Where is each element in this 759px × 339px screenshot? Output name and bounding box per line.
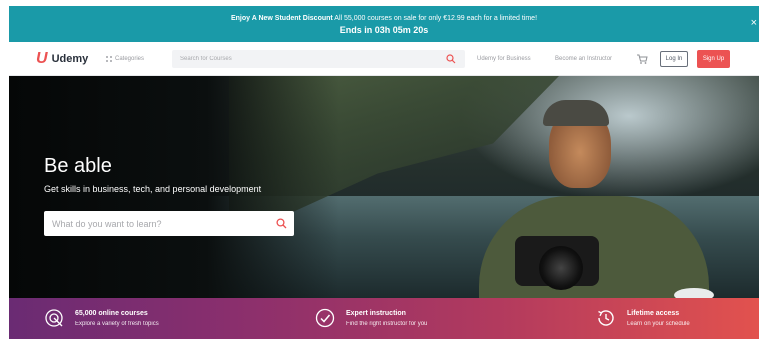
feature-item-courses: 65,000 online courses Explore a variety …	[43, 298, 243, 339]
categories-label: Categories	[115, 56, 145, 62]
target-icon	[45, 309, 63, 327]
feature-title: 65,000 online courses	[75, 310, 148, 317]
header-search-input[interactable]	[180, 54, 430, 64]
person-cap	[543, 100, 609, 126]
close-icon[interactable]: ×	[751, 17, 757, 29]
check-circle-icon	[315, 308, 335, 328]
promo-headline: Enjoy A New Student Discount All 55,000 …	[9, 14, 759, 23]
hero-section: Be able Get skills in business, tech, an…	[9, 76, 759, 298]
promo-countdown: Ends in 03h 05m 20s	[339, 25, 429, 35]
logo-mark: U	[36, 50, 48, 67]
udemy-logo[interactable]: U Udemy	[36, 51, 88, 67]
top-nav: U Udemy Categories Udemy for Business Be…	[9, 42, 759, 76]
logo-text: Udemy	[51, 53, 89, 65]
login-button[interactable]: Log In	[660, 51, 688, 67]
feature-title: Expert instruction	[346, 310, 406, 317]
feature-item-lifetime: Lifetime access Learn on your schedule	[595, 298, 755, 339]
hero-title: Be able	[44, 155, 112, 177]
grid-icon	[106, 56, 112, 62]
header-search	[172, 50, 465, 68]
feature-desc: Learn on your schedule	[627, 321, 690, 327]
promo-headline-bold: Enjoy A New Student Discount	[230, 15, 333, 22]
search-icon[interactable]	[275, 217, 288, 230]
cart-icon[interactable]	[636, 53, 648, 65]
promo-headline-rest: All 55,000 courses on sale for only €12.…	[334, 15, 538, 22]
feature-title: Lifetime access	[627, 310, 680, 317]
cup-image	[674, 288, 714, 298]
camera-lens	[539, 246, 583, 290]
promo-banner: Enjoy A New Student Discount All 55,000 …	[9, 6, 759, 42]
hero-search	[44, 211, 294, 236]
feature-item-instruction: Expert instruction Find the right instru…	[314, 298, 514, 339]
history-icon	[598, 310, 614, 326]
search-icon[interactable]	[445, 53, 457, 65]
become-instructor-link[interactable]: Become an Instructor	[555, 54, 612, 64]
features-bar: 65,000 online courses Explore a variety …	[9, 298, 759, 339]
udemy-for-business-link[interactable]: Udemy for Business	[477, 54, 531, 64]
signup-button[interactable]: Sign Up	[697, 50, 730, 68]
feature-desc: Find the right instructor for you	[346, 321, 428, 327]
categories-menu[interactable]: Categories	[106, 54, 144, 64]
feature-desc: Explore a variety of fresh topics	[75, 321, 159, 327]
hero-subtitle: Get skills in business, tech, and person…	[44, 184, 262, 194]
hero-person-image	[479, 96, 709, 298]
hero-search-input[interactable]	[52, 217, 262, 230]
